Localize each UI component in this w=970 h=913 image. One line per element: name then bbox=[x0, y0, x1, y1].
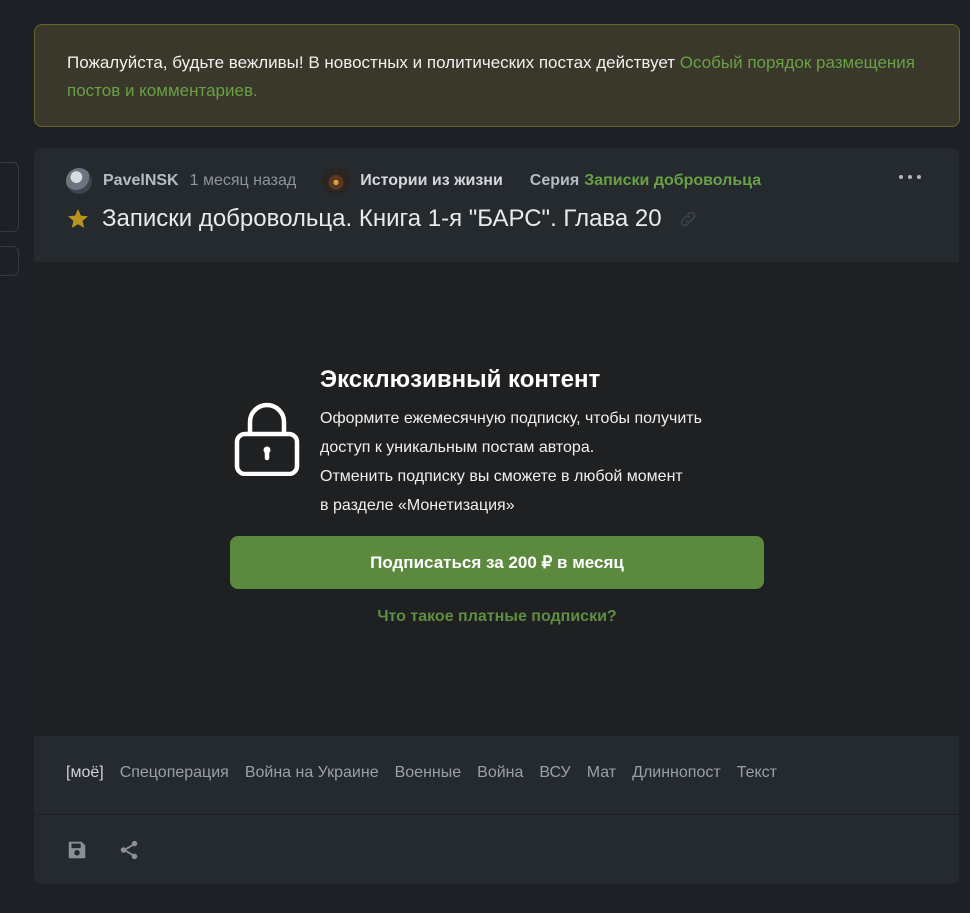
paid-subscriptions-help-link[interactable]: Что такое платные подписки? bbox=[230, 608, 764, 626]
post-actions bbox=[66, 839, 140, 861]
footer-divider bbox=[34, 814, 959, 815]
tag[interactable]: Длиннопост bbox=[632, 764, 721, 782]
tag[interactable]: Война на Украине bbox=[245, 764, 379, 782]
tag[interactable]: Военные bbox=[395, 764, 462, 782]
notice-text: Пожалуйста, будьте вежливы! В новостных … bbox=[67, 53, 680, 72]
post-meta: PavelNSK 1 месяц назад Истории из жизни … bbox=[66, 167, 939, 195]
exclusive-line: доступ к уникальным постам автора. bbox=[320, 439, 595, 456]
author-avatar[interactable] bbox=[66, 168, 92, 194]
post-time[interactable]: 1 месяц назад bbox=[190, 172, 297, 190]
series-link[interactable]: Записки добровольца bbox=[584, 172, 761, 190]
tag[interactable]: Война bbox=[477, 764, 523, 782]
share-icon[interactable] bbox=[118, 839, 140, 861]
exclusive-line: Отменить подписку вы сможете в любой мом… bbox=[320, 468, 683, 485]
exclusive-title: Эксклюзивный контент bbox=[320, 366, 601, 393]
series-label: Серия bbox=[529, 172, 580, 189]
exclusive-line: Оформите ежемесячную подписку, чтобы пол… bbox=[320, 410, 702, 427]
more-icon[interactable] bbox=[899, 175, 921, 179]
tag[interactable]: ВСУ bbox=[539, 764, 570, 782]
tag[interactable]: Спецоперация bbox=[120, 764, 229, 782]
exclusive-description: Оформите ежемесячную подписку, чтобы пол… bbox=[320, 404, 760, 520]
star-icon[interactable] bbox=[66, 207, 90, 231]
community-name[interactable]: Истории из жизни bbox=[360, 172, 503, 190]
author-name[interactable]: PavelNSK bbox=[103, 172, 179, 190]
tag[interactable]: Мат bbox=[587, 764, 616, 782]
subscribe-button[interactable]: Подписаться за 200 ₽ в месяц bbox=[230, 536, 764, 589]
politeness-notice: Пожалуйста, будьте вежливы! В новостных … bbox=[34, 24, 960, 127]
exclusive-line: в разделе «Монетизация» bbox=[320, 497, 515, 514]
tag[interactable]: Текст bbox=[737, 764, 777, 782]
sidebar-fragment bbox=[0, 246, 19, 276]
post-title[interactable]: Записки добровольца. Книга 1-я "БАРС". Г… bbox=[102, 205, 662, 233]
lock-icon bbox=[234, 402, 300, 476]
tag-list: [моё] Спецоперация Война на Украине Воен… bbox=[66, 764, 777, 782]
link-icon[interactable] bbox=[678, 209, 698, 229]
post-title-row: Записки добровольца. Книга 1-я "БАРС". Г… bbox=[66, 205, 698, 233]
sidebar-fragment bbox=[0, 162, 19, 232]
community-avatar[interactable] bbox=[322, 167, 351, 195]
post-card: PavelNSK 1 месяц назад Истории из жизни … bbox=[34, 148, 959, 884]
exclusive-content-block: Эксклюзивный контент Оформите ежемесячну… bbox=[34, 262, 959, 736]
save-icon[interactable] bbox=[66, 839, 88, 861]
tag[interactable]: [моё] bbox=[66, 764, 104, 782]
